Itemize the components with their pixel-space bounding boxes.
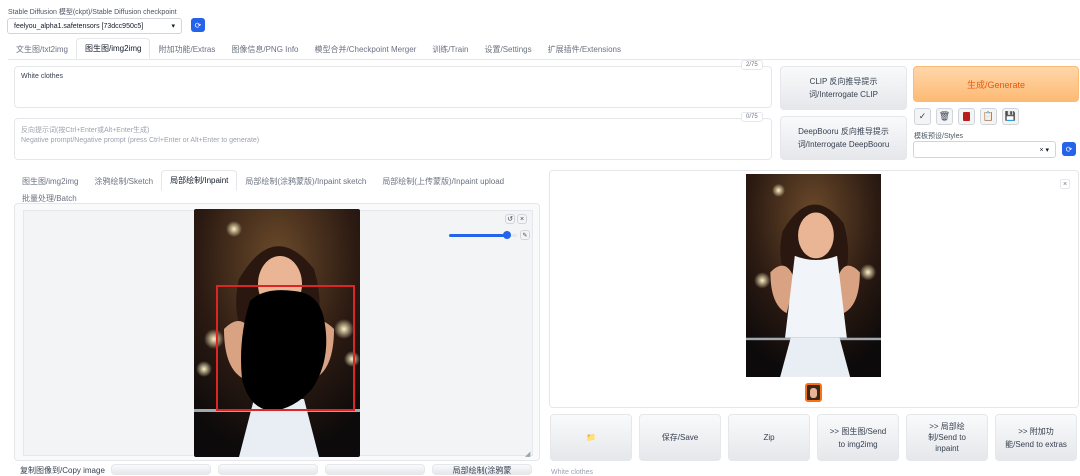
subtab-inpaint-upload[interactable]: 局部绘制(上传蒙版)/Inpaint upload	[374, 172, 512, 191]
generate-button[interactable]: 生成/Generate	[913, 66, 1079, 102]
output-image[interactable]	[746, 174, 881, 377]
copy-to-inpaint-sketch-button[interactable]: 局部绘制(涂鸦蒙	[432, 464, 532, 475]
tab-extensions[interactable]: 扩展插件/Extensions	[540, 40, 629, 59]
inpaint-mask	[216, 285, 355, 411]
copy-to-inpaint-button[interactable]	[325, 464, 425, 475]
tab-train[interactable]: 训练/Train	[424, 40, 476, 59]
prompt-input[interactable]: White clothes	[14, 66, 772, 108]
chevron-down-icon: ▾	[171, 23, 175, 30]
refresh-checkpoint-button[interactable]: ⟳	[191, 18, 205, 32]
tab-checkpoint-merger[interactable]: 模型合并/Checkpoint Merger	[307, 40, 425, 59]
send-extras-line1: >> 附加功	[1018, 426, 1054, 436]
close-icon[interactable]: ×	[1039, 147, 1043, 154]
interrogate-deepbooru-line1: DeepBooru 反向推导提示	[798, 127, 889, 136]
refresh-styles-button[interactable]: ⟳	[1062, 142, 1076, 156]
red-card-icon[interactable]	[958, 108, 975, 125]
thumbnail-figure	[810, 388, 817, 398]
send-extras-line2: 能/Send to extras	[1005, 439, 1067, 449]
chevron-down-icon: ▾	[1045, 146, 1049, 154]
copy-to-inpaint-sketch-label: 局部绘制(涂鸦蒙	[452, 466, 512, 475]
subtab-img2img[interactable]: 图生图/img2img	[14, 172, 86, 191]
clipboard-icon[interactable]: 📋	[980, 108, 997, 125]
brush-icon[interactable]: ✎	[520, 230, 530, 240]
save-label: 保存/Save	[661, 433, 699, 442]
img2img-subtabs: 图生图/img2img 涂鸦绘制/Sketch 局部绘制/Inpaint 局部绘…	[14, 170, 544, 204]
red-card-shape	[963, 112, 970, 121]
close-icon[interactable]: ×	[517, 214, 527, 224]
send-to-img2img-button[interactable]: >> 图生图/Send to img2img	[817, 414, 899, 461]
styles-select[interactable]: × ▾	[913, 141, 1056, 158]
negative-placeholder-1: 反向提示词(按Ctrl+Enter或Alt+Enter生成)	[21, 127, 150, 134]
generate-label: 生成/Generate	[966, 79, 1026, 90]
tab-png-info[interactable]: 图像信息/PNG Info	[223, 40, 306, 59]
send-inpaint-line1: >> 局部绘	[929, 422, 965, 431]
slider-fill	[449, 234, 507, 237]
copy-to-img2img-button[interactable]	[111, 464, 211, 475]
slider-thumb[interactable]	[502, 231, 511, 239]
undo-icon[interactable]: ↺	[505, 214, 515, 224]
copy-image-label: 复制图像到/Copy image	[20, 466, 105, 475]
refresh-icon: ⟳	[1065, 144, 1073, 154]
negative-prompt-input[interactable]: 反向提示词(按Ctrl+Enter或Alt+Enter生成) Negative …	[14, 118, 772, 160]
brush-size-slider[interactable]	[449, 231, 517, 239]
send-img2img-line2: to img2img	[838, 439, 878, 449]
inpaint-canvas-panel: ✎ ↺ × ◢	[14, 203, 540, 461]
styles-label: 模板预设/Styles	[914, 133, 964, 140]
open-folder-button[interactable]: 📁	[550, 414, 632, 461]
inpaint-source-image[interactable]	[194, 209, 360, 457]
folder-icon: 📁	[586, 433, 596, 442]
send-img2img-line1: >> 图生图/Send	[829, 426, 887, 436]
trash-icon[interactable]: 🗑	[936, 108, 953, 125]
subtab-inpaint-sketch[interactable]: 局部绘制(涂鸦蒙版)/Inpaint sketch	[237, 172, 374, 191]
output-thumbnail[interactable]	[805, 383, 822, 402]
zip-button[interactable]: Zip	[728, 414, 810, 461]
send-inpaint-line2: 制/Send to	[928, 433, 966, 442]
refresh-icon: ⟳	[194, 20, 202, 30]
resize-handle-icon[interactable]: ◢	[525, 450, 530, 458]
interrogate-clip-line2: 词/Interrogate CLIP	[809, 90, 878, 99]
checkpoint-label: Stable Diffusion 模型(ckpt)/Stable Diffusi…	[8, 9, 177, 16]
subtab-sketch[interactable]: 涂鸦绘制/Sketch	[86, 172, 161, 191]
interrogate-clip-button[interactable]: CLIP 反向推导提示 词/Interrogate CLIP	[780, 66, 907, 110]
interrogate-clip-line1: CLIP 反向推导提示	[809, 77, 878, 86]
main-tabs: 文生图/txt2img 图生图/img2img 附加功能/Extras 图像信息…	[8, 38, 1080, 60]
copy-to-sketch-button[interactable]	[218, 464, 318, 475]
send-to-extras-button[interactable]: >> 附加功 能/Send to extras	[995, 414, 1077, 461]
checkpoint-select[interactable]: feelyou_alpha1.safetensors [73dcc950c5] …	[7, 18, 182, 34]
interrogate-deepbooru-line2: 词/Interrogate DeepBooru	[797, 140, 890, 149]
check-icon[interactable]: ✓	[914, 108, 931, 125]
save-button[interactable]: 保存/Save	[639, 414, 721, 461]
prompt-token-count: 2/75	[741, 60, 763, 70]
checkpoint-value: feelyou_alpha1.safetensors [73dcc950c5]	[14, 22, 144, 30]
subtab-inpaint[interactable]: 局部绘制/Inpaint	[161, 170, 238, 191]
close-icon[interactable]: ×	[1060, 179, 1070, 189]
output-image-svg	[746, 174, 881, 377]
save-style-icon[interactable]: 💾	[1002, 108, 1019, 125]
negative-token-count: 0/75	[741, 112, 763, 122]
prompt-text: White clothes	[21, 73, 64, 80]
tab-txt2img[interactable]: 文生图/txt2img	[8, 40, 76, 59]
negative-placeholder-2: Negative prompt/Negative prompt (press C…	[21, 137, 260, 144]
interrogate-deepbooru-button[interactable]: DeepBooru 反向推导提示 词/Interrogate DeepBooru	[780, 116, 907, 160]
tab-extras[interactable]: 附加功能/Extras	[150, 40, 223, 59]
send-to-inpaint-button[interactable]: >> 局部绘 制/Send to inpaint	[906, 414, 988, 461]
send-inpaint-line3: inpaint	[935, 444, 959, 453]
tab-img2img[interactable]: 图生图/img2img	[76, 38, 151, 59]
zip-label: Zip	[763, 433, 775, 442]
tab-settings[interactable]: 设置/Settings	[476, 40, 539, 59]
output-gallery-panel: ×	[549, 170, 1079, 408]
